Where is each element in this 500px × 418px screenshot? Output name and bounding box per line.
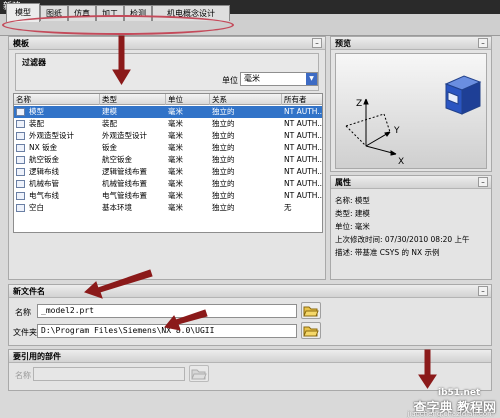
arrow-to-new-file-name	[84, 269, 153, 299]
arrow-to-ok	[418, 349, 437, 389]
annotation-arrows	[84, 35, 437, 389]
arrow-to-folder-path	[164, 309, 208, 331]
watermark-url: jiaocheng.chazidian.com	[407, 410, 494, 418]
watermark-site: ib51.net	[438, 388, 481, 398]
arrow-to-tabs	[112, 35, 131, 85]
